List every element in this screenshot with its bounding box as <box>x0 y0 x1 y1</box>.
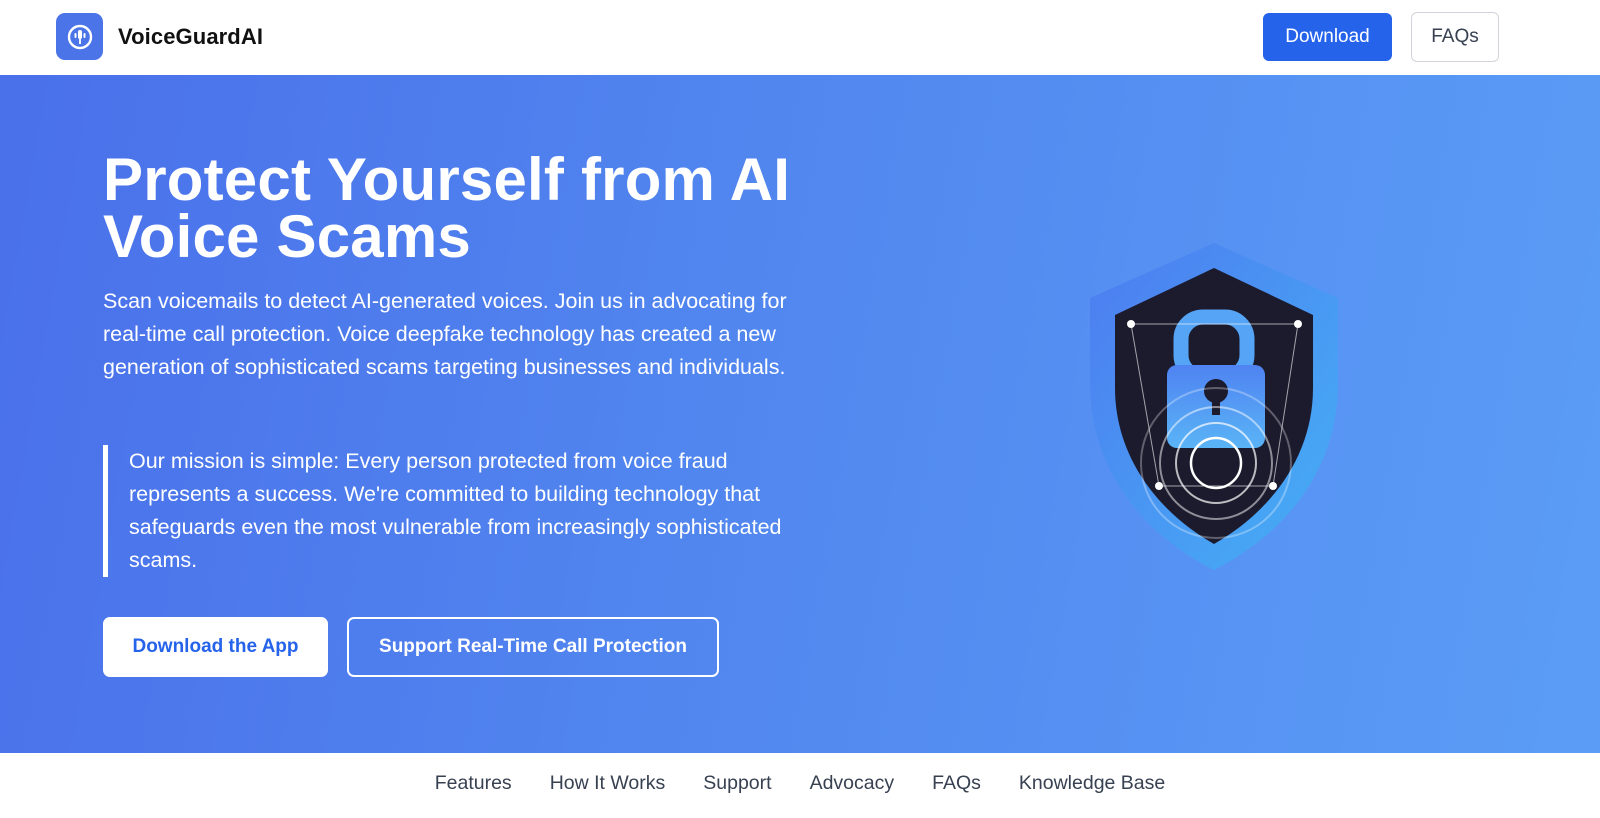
mission-quote: Our mission is simple: Every person prot… <box>103 445 823 577</box>
microphone-icon <box>56 13 103 60</box>
nav-item-advocacy[interactable]: Advocacy <box>810 772 895 795</box>
nav-item-how-it-works[interactable]: How It Works <box>550 772 666 795</box>
hero-description: Scan voicemails to detect AI-generated v… <box>103 289 787 379</box>
download-button[interactable]: Download <box>1263 13 1392 61</box>
nav-item-features[interactable]: Features <box>435 772 512 795</box>
hero-title: Protect Yourself from AI Voice Scams <box>103 146 791 270</box>
brand-name: VoiceGuardAI <box>118 23 264 49</box>
nav-item-support[interactable]: Support <box>703 772 771 795</box>
support-call-protection-button[interactable]: Support Real-Time Call Protection <box>347 617 719 677</box>
hero-section: Protect Yourself from AI Voice Scams Sca… <box>0 75 1600 753</box>
download-app-button[interactable]: Download the App <box>103 617 328 677</box>
shield-lock-icon <box>1082 243 1346 583</box>
top-nav-bar: VoiceGuardAI Download FAQs <box>0 0 1600 75</box>
footer-nav: Features How It Works Support Advocacy F… <box>0 753 1600 818</box>
brand[interactable]: VoiceGuardAI <box>56 13 263 60</box>
nav-item-faqs[interactable]: FAQs <box>932 772 981 795</box>
nav-item-knowledge-base[interactable]: Knowledge Base <box>1019 772 1165 795</box>
faqs-button[interactable]: FAQs <box>1411 12 1499 62</box>
